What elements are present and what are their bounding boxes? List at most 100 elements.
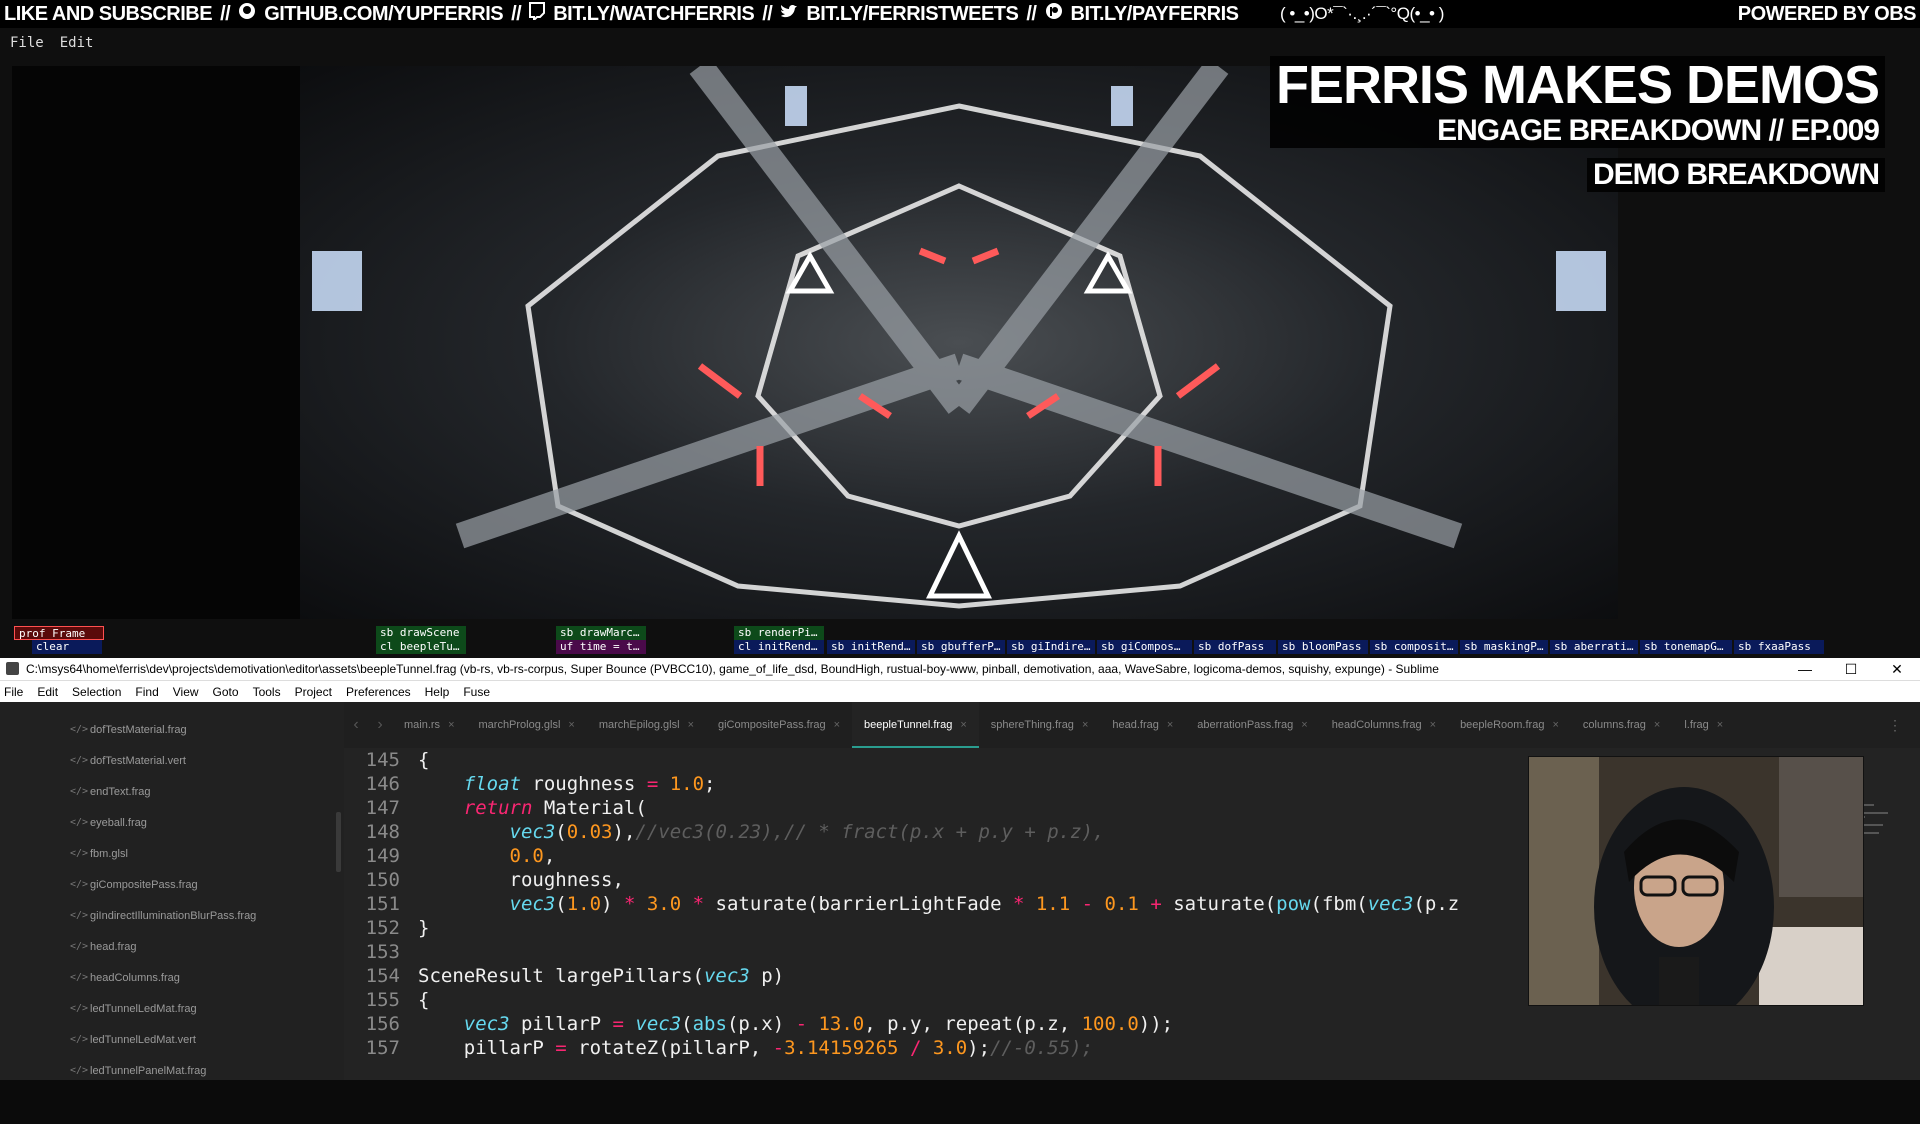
sidebar-file[interactable]: </> dofTestMaterial.frag	[0, 714, 344, 745]
tab-head-columns[interactable]: headColumns.frag ×	[1320, 702, 1448, 748]
menu-view[interactable]: View	[173, 685, 199, 699]
menu-selection[interactable]: Selection	[72, 685, 121, 699]
menu-preferences[interactable]: Preferences	[346, 685, 411, 699]
profiler-entry[interactable]: sb dofPass	[1194, 640, 1276, 654]
sidebar-file[interactable]: </> headColumns.frag	[0, 962, 344, 993]
tab-label: l.frag	[1684, 719, 1709, 731]
profiler-bar[interactable]: prof Frame sb drawScene sb drawMarc… sb …	[12, 626, 1902, 654]
sublime-titlebar[interactable]: C:\msys64\home\ferris\dev\projects\demot…	[0, 658, 1920, 680]
profiler-entry[interactable]: cl beepleTu…	[376, 640, 466, 654]
file-code-icon: </>	[70, 879, 89, 890]
menu-find[interactable]: Find	[135, 685, 158, 699]
tab-label: head.frag	[1112, 719, 1159, 731]
file-name: head.frag	[90, 940, 137, 953]
profiler-entry[interactable]: sb giCompos…	[1097, 640, 1192, 654]
tab-sphere-thing[interactable]: sphereThing.frag ×	[979, 702, 1101, 748]
tab-label: beepleRoom.frag	[1460, 719, 1545, 731]
file-name: dofTestMaterial.frag	[90, 723, 187, 736]
profiler-entry[interactable]: sb maskingP…	[1460, 640, 1548, 654]
profiler-entry[interactable]: cl initRend…	[734, 640, 824, 654]
menu-tools[interactable]: Tools	[253, 685, 281, 699]
sidebar-file[interactable]: </> giCompositePass.frag	[0, 869, 344, 900]
tab-close-icon[interactable]: ×	[1167, 719, 1173, 731]
menu-file[interactable]: File	[4, 685, 23, 699]
tab-close-icon[interactable]: ×	[688, 719, 694, 731]
stream-overlay-title: FERRIS MAKES DEMOS ENGAGE BREAKDOWN // E…	[1269, 56, 1885, 192]
menu-fuse[interactable]: Fuse	[463, 685, 490, 699]
file-code-icon: </>	[70, 941, 89, 952]
menu-help[interactable]: Help	[425, 685, 450, 699]
tab-close-icon[interactable]: ×	[1301, 719, 1307, 731]
sidebar-file[interactable]: </> giIndirectIlluminationBlurPass.frag	[0, 900, 344, 931]
banner-watch: BIT.LY/WATCHFERRIS	[553, 2, 755, 25]
minimize-button[interactable]: —	[1782, 658, 1828, 680]
line-number: 156	[365, 1013, 400, 1035]
sidebar-file[interactable]: </> fbm.glsl	[0, 838, 344, 869]
sidebar-file[interactable]: </> head.frag	[0, 931, 344, 962]
tab-close-icon[interactable]: ×	[1430, 719, 1436, 731]
file-name: endText.frag	[90, 785, 151, 798]
profiler-entry[interactable]: sb drawMarc…	[556, 626, 646, 640]
file-name: ledTunnelLedMat.vert	[90, 1033, 196, 1046]
file-name: fbm.glsl	[90, 847, 128, 860]
tab-close-icon[interactable]: ×	[834, 719, 840, 731]
profiler-entry[interactable]: sb gbufferP…	[917, 640, 1005, 654]
tab-l-frag[interactable]: l.frag ×	[1672, 702, 1735, 748]
profiler-entry[interactable]: sb tonemapG…	[1640, 640, 1732, 654]
tab-close-icon[interactable]: ×	[960, 719, 966, 731]
tab-next-icon[interactable]: ›	[368, 716, 392, 734]
profiler-entry[interactable]: sb fxaaPass	[1734, 640, 1824, 654]
sidebar-file[interactable]: </> ledTunnelPanelMat.frag	[0, 1055, 344, 1086]
tab-main-rs[interactable]: main.rs ×	[392, 702, 467, 748]
app-menu-edit[interactable]: Edit	[60, 35, 94, 51]
sidebar-file[interactable]: </> endText.frag	[0, 776, 344, 807]
profiler-entry[interactable]: sb bloomPass	[1278, 640, 1368, 654]
tab-overflow-icon[interactable]: ⋮	[1888, 717, 1902, 734]
profiler-entry[interactable]: sb composit…	[1370, 640, 1458, 654]
sidebar-file[interactable]: </> eyeball.frag	[0, 807, 344, 838]
code-text: vec3(0.03),//vec3(0.23),// * fract(p.x +…	[509, 821, 1105, 843]
sidebar-file[interactable]: </> ledTunnelLedMat.vert	[0, 1024, 344, 1055]
profiler-entry[interactable]: sb initRend…	[827, 640, 915, 654]
file-name: headColumns.frag	[90, 971, 180, 984]
profiler-entry[interactable]: sb giIndire…	[1007, 640, 1095, 654]
menu-project[interactable]: Project	[295, 685, 332, 699]
tab-columns[interactable]: columns.frag ×	[1571, 702, 1672, 748]
tab-beeple-tunnel[interactable]: beepleTunnel.frag ×	[852, 702, 979, 748]
line-number: 152	[365, 917, 400, 939]
tab-march-epilog[interactable]: marchEpilog.glsl ×	[587, 702, 706, 748]
sidebar-scrollbar[interactable]	[336, 812, 341, 872]
tab-beeple-room[interactable]: beepleRoom.frag ×	[1448, 702, 1571, 748]
menu-edit[interactable]: Edit	[37, 685, 58, 699]
tab-gi-composite[interactable]: giCompositePass.frag ×	[706, 702, 852, 748]
profiler-entry[interactable]: prof Frame	[14, 626, 104, 640]
line-number: 151	[365, 893, 400, 915]
tab-close-icon[interactable]: ×	[1552, 719, 1558, 731]
code-text: return Material(	[463, 797, 647, 819]
app-menu-bar: File Edit	[0, 28, 1920, 58]
close-button[interactable]: ✕	[1874, 658, 1920, 680]
maximize-button[interactable]: ☐	[1828, 658, 1874, 680]
tab-close-icon[interactable]: ×	[568, 719, 574, 731]
tab-close-icon[interactable]: ×	[1654, 719, 1660, 731]
tab-close-icon[interactable]: ×	[1082, 719, 1088, 731]
app-menu-file[interactable]: File	[10, 35, 44, 51]
menu-goto[interactable]: Goto	[213, 685, 239, 699]
tab-close-icon[interactable]: ×	[1717, 719, 1723, 731]
stream-banner: LIKE AND SUBSCRIBE // GITHUB.COM/YUPFERR…	[0, 0, 1920, 28]
profiler-entry[interactable]: sb aberrati…	[1550, 640, 1638, 654]
tab-prev-icon[interactable]: ‹	[344, 716, 368, 734]
profiler-entry[interactable]: sb drawScene	[376, 626, 466, 640]
tab-head[interactable]: head.frag ×	[1100, 702, 1185, 748]
banner-sep: //	[511, 2, 522, 25]
sidebar-file[interactable]: </> ledTunnelLedMat.frag	[0, 993, 344, 1024]
twitter-icon	[776, 3, 802, 26]
sidebar-file[interactable]: </> dofTestMaterial.vert	[0, 745, 344, 776]
profiler-entry[interactable]: uf time = t…	[556, 640, 646, 654]
tab-close-icon[interactable]: ×	[448, 719, 454, 731]
tab-aberration-pass[interactable]: aberrationPass.frag ×	[1185, 702, 1319, 748]
file-code-icon: </>	[70, 786, 89, 797]
tab-march-prolog[interactable]: marchProlog.glsl ×	[467, 702, 587, 748]
profiler-entry[interactable]: sb renderPi…	[734, 626, 824, 640]
profiler-entry[interactable]: clear	[32, 640, 102, 654]
